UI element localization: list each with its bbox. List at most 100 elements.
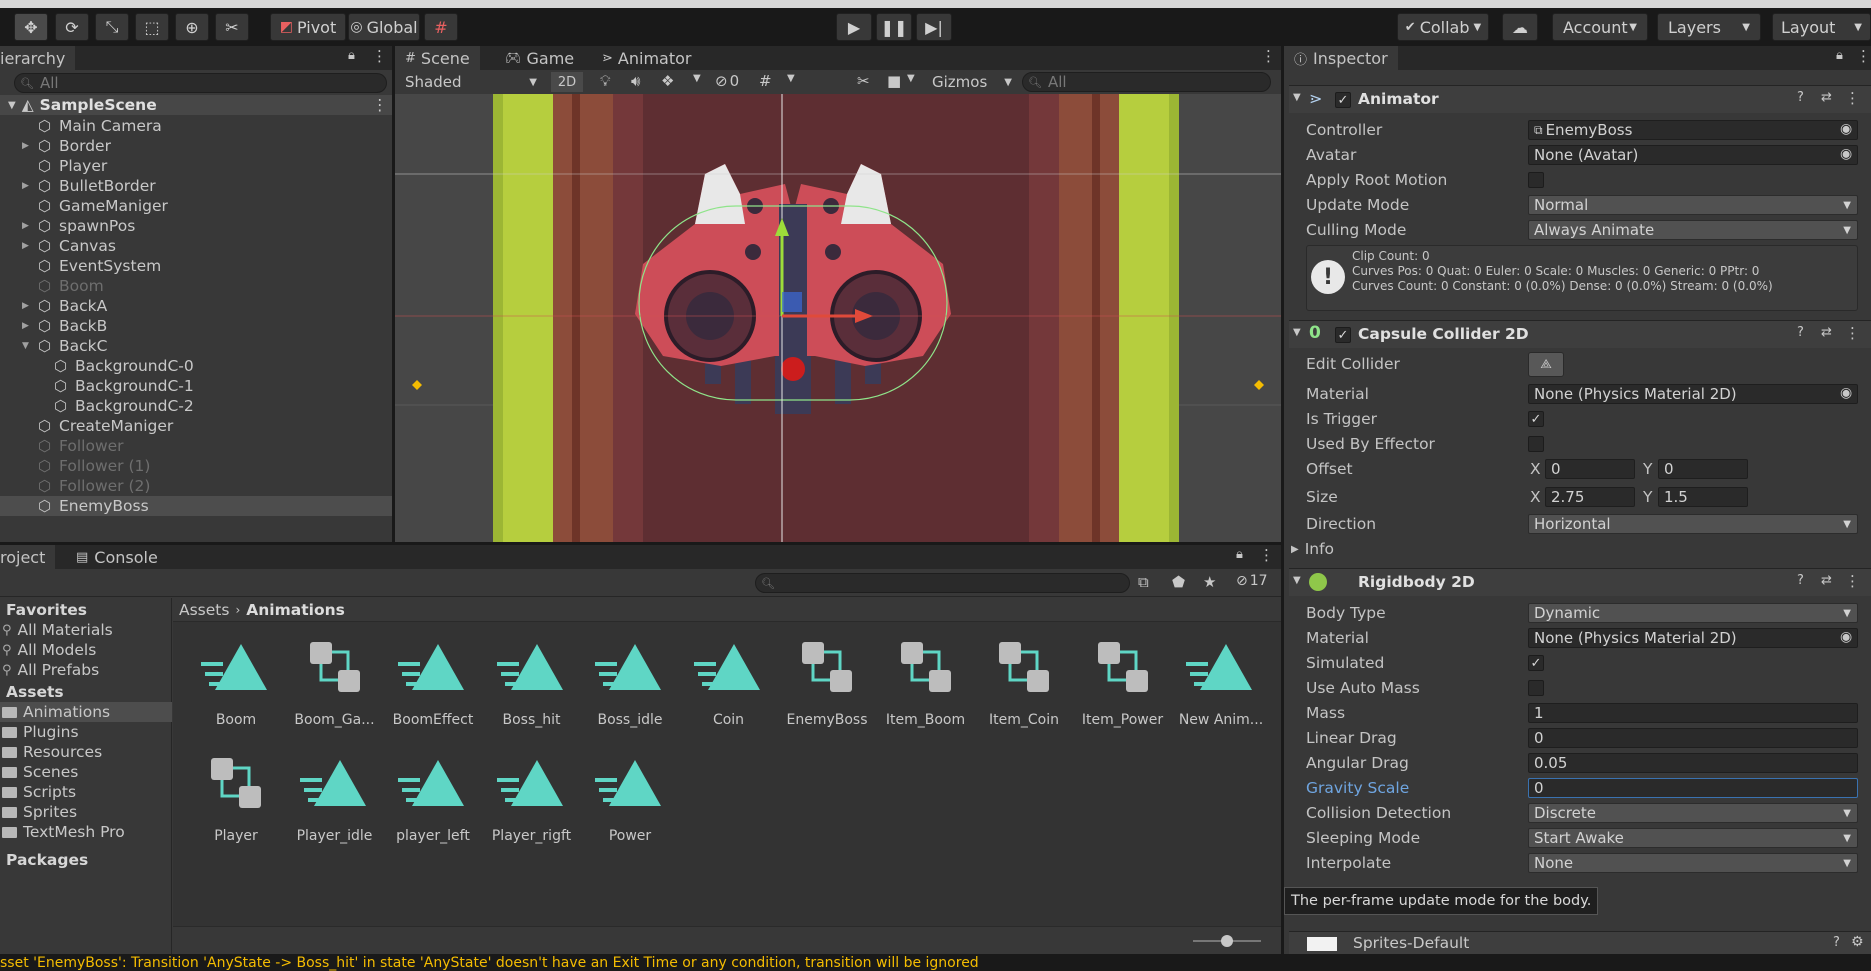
favorite-item[interactable]: ⚲ All Models xyxy=(0,640,172,660)
kebab-menu-icon[interactable]: ⋮ xyxy=(372,47,387,65)
hierarchy-item[interactable]: ⬡ Player xyxy=(0,156,392,176)
hierarchy-item[interactable]: ▶ ⬡ spawnPos xyxy=(0,216,392,236)
hierarchy-item[interactable]: ▶ ⬡ BulletBorder xyxy=(0,176,392,196)
is-trigger-checkbox[interactable]: ✓ xyxy=(1528,411,1544,427)
hidden-packages-toggle[interactable]: ⊘ 17 xyxy=(1236,573,1268,589)
audio-icon[interactable]: 🔊︎ xyxy=(631,72,640,90)
favorite-item[interactable]: ⚲ All Materials xyxy=(0,620,172,640)
grid-snap-button[interactable]: # xyxy=(424,13,458,41)
hierarchy-item[interactable]: ⬡ BackgroundC-0 xyxy=(0,356,392,376)
gear-icon[interactable]: ⚙ xyxy=(1851,934,1864,950)
use-auto-mass-checkbox[interactable] xyxy=(1528,680,1544,696)
breadcrumb-root[interactable]: Assets xyxy=(179,601,229,619)
apply-root-motion-checkbox[interactable] xyxy=(1528,172,1544,188)
folder-item[interactable]: Plugins xyxy=(0,722,172,742)
tab-project[interactable]: roject xyxy=(0,545,56,569)
mass-field[interactable]: 1 xyxy=(1528,703,1858,723)
toggle-2d-button[interactable]: 2D xyxy=(551,72,583,92)
chevron-down-icon[interactable]: ▼ xyxy=(22,341,29,351)
filter-by-label-icon[interactable]: ⬟ xyxy=(1172,573,1185,591)
help-icon[interactable]: ? xyxy=(1797,325,1804,340)
favorite-item[interactable]: ⚲ All Prefabs xyxy=(0,660,172,680)
play-button[interactable]: ▶ xyxy=(836,13,872,41)
chevron-down-icon[interactable]: ▼ xyxy=(907,73,915,84)
hidden-objects-toggle[interactable]: ⊘ 0 xyxy=(715,72,739,90)
cloud-button[interactable]: ☁ xyxy=(1502,13,1538,41)
controller-field[interactable]: ⧉ EnemyBoss xyxy=(1528,120,1858,140)
offset-x-field[interactable]: 0 xyxy=(1545,459,1635,479)
folder-item[interactable]: Animations xyxy=(0,702,172,722)
tab-scene[interactable]: # Scene xyxy=(395,46,480,70)
folder-item[interactable]: Scenes xyxy=(0,762,172,782)
help-icon[interactable]: ? xyxy=(1833,935,1840,950)
camera-icon[interactable]: ■ xyxy=(887,72,901,90)
asset-item[interactable]: Boss_hit xyxy=(487,636,577,746)
help-icon[interactable]: ? xyxy=(1797,90,1804,105)
gizmos-dropdown[interactable]: Gizmos ▼ xyxy=(928,72,1016,92)
chevron-right-icon[interactable]: ▶ xyxy=(22,221,29,231)
chevron-down-icon[interactable]: ▼ xyxy=(693,73,701,84)
scene-search-input[interactable]: 🔍︎ All xyxy=(1022,72,1271,92)
tab-animator[interactable]: ⋗ Animator xyxy=(592,46,701,70)
asset-item[interactable]: Player xyxy=(191,752,281,862)
folder-item[interactable]: Sprites xyxy=(0,802,172,822)
folder-item[interactable]: Scripts xyxy=(0,782,172,802)
kebab-menu-icon[interactable]: ⋮ xyxy=(1845,324,1860,342)
hierarchy-item[interactable]: ⬡ Follower (2) xyxy=(0,476,392,496)
packages-header[interactable]: Packages xyxy=(6,850,88,870)
collider-material-field[interactable]: None (Physics Material 2D) xyxy=(1528,384,1858,404)
direction-dropdown[interactable]: Horizontal ▼ xyxy=(1528,514,1858,534)
edit-collider-button[interactable]: ⟁ xyxy=(1528,352,1564,377)
lighting-icon[interactable]: 💡︎ xyxy=(600,72,611,90)
kebab-menu-icon[interactable]: ⋮ xyxy=(1259,546,1274,564)
asset-item[interactable]: Item_Boom xyxy=(881,636,971,746)
capsule-collider-enabled-checkbox[interactable]: ✓ xyxy=(1335,327,1351,343)
asset-item[interactable]: Boom xyxy=(191,636,281,746)
lock-icon[interactable]: 🔒︎ xyxy=(1236,547,1243,562)
project-search-input[interactable]: 🔍︎ xyxy=(755,573,1130,593)
object-picker-icon[interactable]: ◉ xyxy=(1840,121,1852,137)
object-picker-icon[interactable]: ◉ xyxy=(1840,629,1852,645)
layout-dropdown[interactable]: Layout ▼ xyxy=(1772,13,1871,41)
object-picker-icon[interactable]: ◉ xyxy=(1840,385,1852,401)
lock-icon[interactable]: 🔒︎ xyxy=(1836,48,1843,63)
collision-detection-dropdown[interactable]: Discrete ▼ xyxy=(1528,803,1858,823)
hierarchy-search-input[interactable]: 🔍︎ All xyxy=(14,73,387,93)
asset-item[interactable]: Power xyxy=(585,752,675,862)
asset-item[interactable]: Player_rigft xyxy=(487,752,577,862)
folder-item[interactable]: TextMesh Pro xyxy=(0,822,172,842)
asset-item[interactable]: EnemyBoss xyxy=(782,636,872,746)
size-x-field[interactable]: 2.75 xyxy=(1545,487,1635,507)
status-bar[interactable]: sset 'EnemyBoss': Transition 'AnyState -… xyxy=(0,954,1871,971)
presets-icon[interactable]: ⇄ xyxy=(1821,325,1832,340)
kebab-menu-icon[interactable]: ⋮ xyxy=(372,96,388,114)
step-button[interactable]: ▶| xyxy=(916,13,952,41)
favorites-header[interactable]: Favorites xyxy=(6,600,87,620)
scene-viewport[interactable] xyxy=(395,94,1281,542)
rb-material-field[interactable]: None (Physics Material 2D) xyxy=(1528,628,1858,648)
culling-mode-dropdown[interactable]: Always Animate ▼ xyxy=(1528,220,1858,240)
chevron-right-icon[interactable]: ▶ xyxy=(22,141,29,151)
layers-dropdown[interactable]: Layers ▼ xyxy=(1657,13,1761,41)
hierarchy-item[interactable]: ⬡ Boom xyxy=(0,276,392,296)
lock-icon[interactable]: 🔒︎ xyxy=(348,48,355,63)
hierarchy-item[interactable]: ⬡ BackgroundC-1 xyxy=(0,376,392,396)
hierarchy-item[interactable]: ▶ ⬡ Border xyxy=(0,136,392,156)
info-foldout[interactable]: ▶ Info xyxy=(1291,540,1334,558)
hierarchy-item[interactable]: ⬡ Main Camera xyxy=(0,116,392,136)
interpolate-dropdown[interactable]: None ▼ xyxy=(1528,853,1858,873)
folder-item[interactable]: Resources xyxy=(0,742,172,762)
chevron-right-icon[interactable]: ▶ xyxy=(22,241,29,251)
hierarchy-item[interactable]: ⬡ GameManiger xyxy=(0,196,392,216)
body-type-dropdown[interactable]: Dynamic ▼ xyxy=(1528,603,1858,623)
assets-header[interactable]: Assets xyxy=(6,682,64,702)
hierarchy-item[interactable]: ⬡ CreateManiger xyxy=(0,416,392,436)
hierarchy-item[interactable]: ▶ ⬡ Canvas xyxy=(0,236,392,256)
filter-by-type-icon[interactable]: ⧉ xyxy=(1138,573,1149,591)
hierarchy-item[interactable]: ⬡ Follower (1) xyxy=(0,456,392,476)
kebab-menu-icon[interactable]: ⋮ xyxy=(1845,572,1860,590)
asset-item[interactable]: Boss_idle xyxy=(585,636,675,746)
scene-root-row[interactable]: ▼ ◭ SampleScene ⋮ xyxy=(0,95,392,115)
avatar-field[interactable]: None (Avatar) xyxy=(1528,145,1858,165)
hierarchy-item[interactable]: ▼ ⬡ BackC xyxy=(0,336,392,356)
